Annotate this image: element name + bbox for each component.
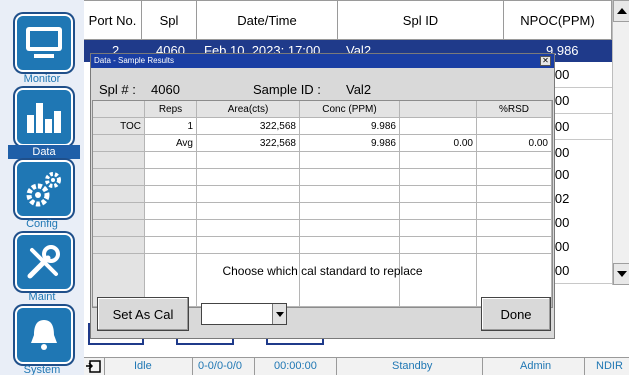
grid-header — [400, 101, 477, 118]
grid-header: %RSD — [477, 101, 552, 118]
sample-id-value: Val2 — [346, 82, 372, 97]
close-icon: ✕ — [542, 56, 549, 65]
grid-cell[interactable]: 322,568 — [197, 118, 300, 135]
done-button[interactable]: Done — [481, 297, 551, 331]
status-position: 0-0/0-0/0 — [198, 360, 243, 372]
nav-label-data: Data — [8, 145, 80, 159]
status-user: Admin — [520, 360, 552, 372]
dialog-title: Data - Sample Results — [91, 54, 554, 68]
grid-cell[interactable]: 1 — [145, 118, 197, 135]
grid-row-header — [93, 135, 145, 152]
grid-cell[interactable] — [477, 118, 552, 135]
sidebar: Monitor Data Config Maint System — [0, 0, 84, 375]
grid-cell[interactable]: 9.986 — [300, 135, 400, 152]
nav-monitor-button[interactable] — [15, 14, 73, 72]
nav-label-config: Config — [26, 218, 58, 230]
close-button[interactable]: ✕ — [540, 56, 551, 66]
grid-header: Reps — [145, 101, 197, 118]
bell-icon — [31, 320, 57, 350]
gears-icon — [26, 172, 61, 207]
grid-cell[interactable]: 0.00 — [477, 135, 552, 152]
cal-standard-select[interactable] — [201, 303, 287, 325]
scroll-down-button[interactable] — [613, 263, 629, 285]
monitor-icon — [26, 27, 62, 58]
status-ndir: NDIR — [596, 360, 623, 372]
scroll-up-button[interactable] — [613, 0, 629, 22]
grid-row-header: TOC — [93, 118, 145, 135]
nav-data-button[interactable] — [15, 88, 73, 146]
plug-icon[interactable] — [86, 359, 102, 374]
col-header-spl-id[interactable]: Spl ID — [338, 0, 504, 40]
status-state: Idle — [134, 360, 152, 372]
arrow-down-icon — [616, 271, 627, 277]
sample-id-label: Sample ID : — [253, 82, 321, 97]
nav-label-maint: Maint — [28, 291, 56, 303]
col-header-spl[interactable]: Spl — [142, 0, 197, 40]
grid-cell[interactable]: 9.986 — [300, 118, 400, 135]
nav-system-button[interactable] — [15, 306, 73, 364]
nav-label-system: System — [23, 364, 61, 375]
status-bar: Idle 0-0/0-0/0 00:00:00 Standby Admin ND… — [84, 357, 629, 375]
status-mode: Standby — [392, 360, 433, 372]
grid-header: Conc (PPM) — [300, 101, 400, 118]
col-header-datetime[interactable]: Date/Time — [197, 0, 338, 40]
dropdown-button[interactable] — [272, 304, 286, 324]
wrench-screwdriver-icon — [27, 245, 60, 279]
col-header-port[interactable]: Port No. — [84, 0, 142, 40]
table-scrollbar[interactable] — [612, 0, 629, 285]
grid-cell[interactable]: 0.00 — [400, 135, 477, 152]
grid-cell[interactable]: Avg — [145, 135, 197, 152]
replace-cal-prompt: Choose which cal standard to replace — [222, 264, 423, 278]
nav-label-monitor: Monitor — [23, 73, 61, 85]
status-time: 00:00:00 — [274, 360, 317, 372]
grid-header: Area(cts) — [197, 101, 300, 118]
bar-chart-icon — [27, 103, 61, 133]
screen: Monitor Data Config Maint System Port No… — [0, 0, 629, 375]
arrow-up-icon — [616, 8, 627, 14]
set-as-cal-button[interactable]: Set As Cal — [97, 297, 189, 331]
sample-results-dialog: Data - Sample Results ✕ Spl # : 4060 Sam… — [90, 53, 555, 339]
grid-cell[interactable]: 322,568 — [197, 135, 300, 152]
spl-label: Spl # : — [99, 82, 136, 97]
nav-config-button[interactable] — [15, 160, 73, 218]
spl-value: 4060 — [151, 82, 180, 97]
nav-maint-button[interactable] — [15, 233, 73, 291]
chevron-down-icon — [275, 311, 284, 317]
grid-cell[interactable] — [400, 118, 477, 135]
grid-header — [93, 101, 145, 118]
col-header-npoc[interactable]: NPOC(PPM) — [504, 0, 612, 40]
